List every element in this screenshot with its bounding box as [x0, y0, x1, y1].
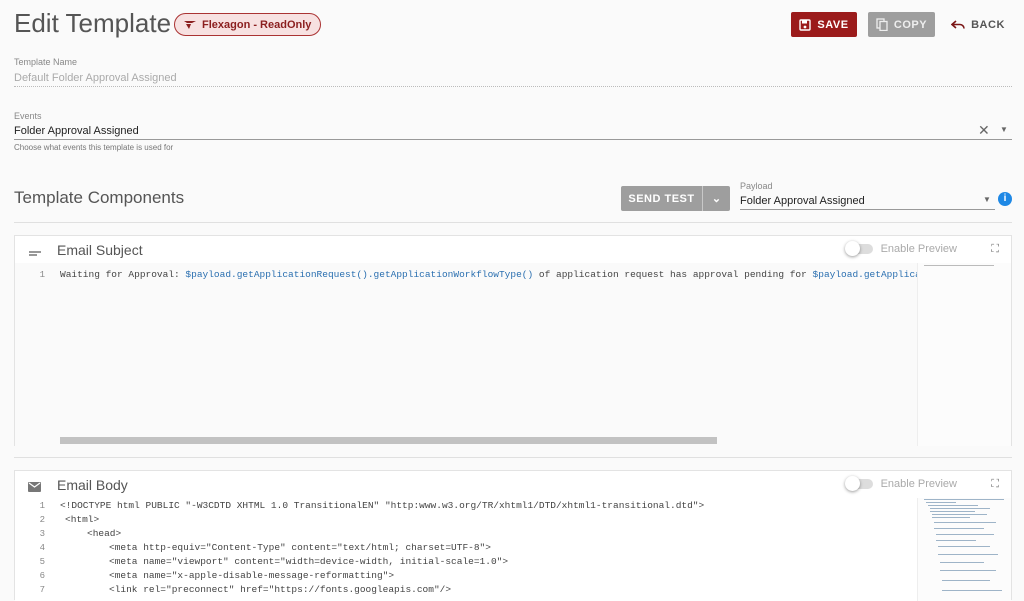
save-button[interactable]: SAVE — [791, 12, 857, 37]
subject-minimap[interactable] — [917, 263, 1011, 446]
subject-preview-toggle[interactable]: Enable Preview — [844, 241, 957, 256]
subject-editor[interactable]: 1 Waiting for Approval: $payload.getAppl… — [15, 263, 961, 446]
undo-icon — [951, 19, 965, 29]
template-name-field[interactable]: Default Folder Approval Assigned — [14, 72, 177, 84]
readonly-badge: Flexagon - ReadOnly — [174, 13, 322, 36]
save-label: SAVE — [817, 18, 849, 31]
components-divider — [14, 222, 1012, 223]
line-number: 6 — [39, 571, 45, 581]
line-number: 4 — [39, 543, 45, 553]
email-body-panel: Email Body Enable Preview ⛶ 1 <!DOCTYPE … — [14, 470, 1012, 601]
preview-label: Enable Preview — [880, 243, 957, 255]
line-number: 1 — [39, 501, 45, 511]
body-editor[interactable]: 1 <!DOCTYPE html PUBLIC "-W3CDTD XHTML 1… — [15, 498, 917, 601]
code-line: <html> — [65, 514, 100, 525]
email-body-title: Email Body — [57, 477, 128, 493]
page-title: Edit Template — [14, 8, 172, 38]
template-name-underline — [14, 86, 1012, 87]
info-icon[interactable]: i — [998, 192, 1012, 206]
email-subject-title: Email Subject — [57, 242, 143, 258]
code-line: <link rel="preconnect" href="https://fon… — [109, 584, 452, 595]
body-minimap[interactable] — [917, 498, 1011, 601]
events-underline — [14, 139, 1012, 140]
back-button[interactable]: BACK — [950, 12, 1006, 37]
mail-icon — [28, 479, 41, 497]
copy-icon — [876, 18, 888, 31]
code-line: <meta name="viewport" content="width=dev… — [109, 556, 509, 567]
send-test-button[interactable]: SEND TEST ⌄ — [621, 186, 730, 211]
events-select[interactable]: Folder Approval Assigned — [14, 125, 139, 137]
email-subject-panel: Email Subject Enable Preview ⛶ 1 Waiting… — [14, 235, 1012, 446]
template-name-label: Template Name — [14, 57, 78, 67]
subject-icon — [29, 246, 41, 264]
fullscreen-icon[interactable]: ⛶ — [991, 243, 999, 256]
flexagon-logo-icon — [184, 20, 196, 29]
chevron-down-icon[interactable]: ▼ — [1000, 125, 1008, 134]
events-label: Events — [14, 111, 42, 121]
payload-chevron-down-icon[interactable]: ▼ — [983, 195, 991, 204]
payload-label: Payload — [740, 181, 773, 191]
clear-icon[interactable]: ✕ — [978, 122, 990, 139]
code-line: <meta http-equiv="Content-Type" content=… — [109, 542, 491, 553]
payload-underline — [740, 209, 995, 210]
fullscreen-icon[interactable]: ⛶ — [991, 478, 999, 491]
line-number: 1 — [39, 270, 45, 280]
line-number: 2 — [39, 515, 45, 525]
send-test-label: SEND TEST — [628, 192, 695, 205]
code-line: <head> — [87, 528, 122, 539]
copy-label: COPY — [893, 18, 928, 31]
code-line: <meta name="x-apple-disable-message-refo… — [109, 570, 395, 581]
preview-label: Enable Preview — [880, 478, 957, 490]
code-line: <!DOCTYPE html PUBLIC "-W3CDTD XHTML 1.0… — [60, 500, 705, 511]
components-title: Template Components — [14, 188, 185, 207]
line-number: 5 — [39, 557, 45, 567]
save-icon — [799, 18, 812, 31]
code-line: Waiting for Approval: $payload.getApplic… — [60, 269, 961, 280]
body-preview-toggle[interactable]: Enable Preview — [844, 476, 957, 491]
payload-select[interactable]: Folder Approval Assigned — [740, 195, 865, 207]
send-test-dropdown-icon[interactable]: ⌄ — [703, 192, 730, 205]
horizontal-scrollbar[interactable] — [60, 437, 717, 444]
panels-divider — [14, 457, 1012, 458]
toggle-switch[interactable] — [844, 476, 873, 491]
back-label: BACK — [971, 18, 1005, 31]
toggle-switch[interactable] — [844, 241, 873, 256]
events-hint: Choose what events this template is used… — [14, 143, 174, 152]
line-number: 7 — [39, 585, 45, 595]
line-number: 3 — [39, 529, 45, 539]
copy-button[interactable]: COPY — [868, 12, 935, 37]
badge-label: Flexagon - ReadOnly — [202, 18, 312, 31]
